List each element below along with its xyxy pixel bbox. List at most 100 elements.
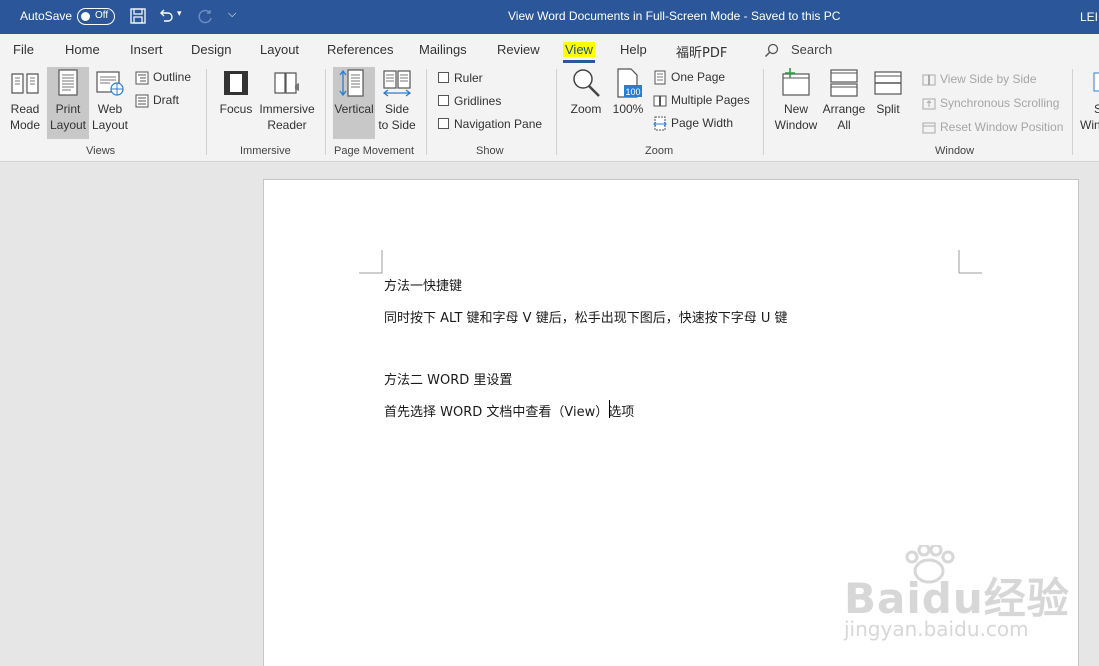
autosave-label: AutoSave <box>20 9 73 23</box>
customize-qat-icon[interactable]: ⌵ <box>228 8 248 28</box>
document-line-1[interactable]: 方法一快捷键 <box>384 275 462 294</box>
tab-file[interactable]: File <box>13 42 34 57</box>
new-window-label-1: New <box>783 102 808 116</box>
multiple-pages-icon <box>653 95 667 107</box>
tab-view[interactable]: View <box>563 42 595 63</box>
view-side-by-side-icon <box>922 74 936 86</box>
split-button[interactable]: Split <box>870 67 906 139</box>
side-to-side-label-1: Side <box>384 102 410 116</box>
one-page-label: One Page <box>671 70 726 84</box>
read-mode-button[interactable]: Read Mode <box>5 67 45 139</box>
redo-icon <box>196 7 216 27</box>
tab-references[interactable]: References <box>327 42 393 57</box>
focus-icon <box>224 71 248 95</box>
tab-layout[interactable]: Layout <box>260 42 299 57</box>
focus-label: Focus <box>219 102 253 116</box>
page-width-button[interactable]: Page Width <box>653 116 733 131</box>
one-page-icon <box>654 70 666 85</box>
zoom-label: Zoom <box>570 102 602 116</box>
ruler-label: Ruler <box>454 71 483 85</box>
draft-button[interactable]: Draft <box>135 93 179 108</box>
zoom-100-button[interactable]: 100 100% <box>610 67 646 139</box>
group-separator <box>556 69 557 155</box>
tab-mailings[interactable]: Mailings <box>419 42 467 57</box>
arrange-all-button[interactable]: Arrange All <box>822 67 866 139</box>
tab-foxit-pdf[interactable]: 福昕PDF <box>676 42 727 61</box>
immersive-group-label: Immersive <box>240 145 291 157</box>
tab-home[interactable]: Home <box>65 42 100 57</box>
page-width-icon <box>653 116 667 131</box>
page-movement-group-label: Page Movement <box>334 145 415 157</box>
outline-button[interactable]: Outline <box>135 70 191 85</box>
immersive-reader-label-2: Reader <box>267 118 307 132</box>
tab-review[interactable]: Review <box>497 42 540 57</box>
synchronous-scrolling-button[interactable]: Synchronous Scrolling <box>922 96 1059 110</box>
group-separator <box>206 69 207 155</box>
window-group-label: Window <box>935 145 975 157</box>
vertical-icon <box>339 69 364 97</box>
new-window-icon <box>782 68 810 96</box>
side-to-side-button[interactable]: Side to Side <box>377 67 417 139</box>
new-window-button[interactable]: New Window <box>772 67 820 139</box>
focus-button[interactable]: Focus <box>217 67 255 139</box>
switch-windows-label-1: S <box>1094 102 1099 116</box>
zoom-group-label: Zoom <box>645 145 674 157</box>
group-separator <box>763 69 764 155</box>
tab-help[interactable]: Help <box>620 42 647 57</box>
arrange-all-label-2: All <box>837 118 851 132</box>
multiple-pages-button[interactable]: Multiple Pages <box>653 93 750 108</box>
margin-corner-top-right <box>958 250 982 274</box>
gridlines-checkbox[interactable]: Gridlines <box>438 94 501 108</box>
group-separator <box>325 69 326 155</box>
watermark-url: jingyan.baidu.com <box>844 617 1029 641</box>
web-layout-icon <box>96 71 124 96</box>
print-layout-icon <box>58 69 78 96</box>
reset-window-position-label: Reset Window Position <box>940 120 1064 134</box>
immersive-reader-icon <box>274 72 299 94</box>
print-layout-button[interactable]: Print Layout <box>47 67 89 139</box>
switch-windows-button[interactable]: S Win <box>1080 67 1099 139</box>
document-line-4[interactable]: 首先选择 WORD 文档中查看（View）选项 <box>384 401 634 420</box>
one-page-button[interactable]: One Page <box>653 70 725 85</box>
immersive-reader-button[interactable]: Immersive Reader <box>258 67 316 139</box>
undo-icon[interactable] <box>157 7 177 27</box>
reset-window-position-button[interactable]: Reset Window Position <box>922 120 1063 134</box>
navigation-pane-label: Navigation Pane <box>454 117 543 131</box>
save-icon[interactable] <box>129 7 149 27</box>
split-label: Split <box>876 102 900 116</box>
read-mode-label-2: Mode <box>9 118 41 132</box>
undo-dropdown-icon[interactable]: ▾ <box>177 8 197 28</box>
checkbox-box <box>438 72 449 83</box>
toggle-knob <box>81 12 90 21</box>
search-icon <box>764 43 779 58</box>
text-cursor <box>609 400 610 418</box>
immersive-reader-label-1: Immersive <box>259 102 315 116</box>
zoom-button[interactable]: Zoom <box>566 67 606 139</box>
show-group-label: Show <box>476 145 504 157</box>
document-line-2[interactable]: 同时按下 ALT 键和字母 V 键后，松手出现下图后，快速按下字母 U 键 <box>384 307 788 326</box>
page-width-label: Page Width <box>671 116 734 130</box>
autosave-toggle[interactable]: Off <box>77 8 115 25</box>
view-side-by-side-button[interactable]: View Side by Side <box>922 72 1037 86</box>
switch-windows-label-2: Win <box>1080 118 1099 132</box>
navigation-pane-checkbox[interactable]: Navigation Pane <box>438 117 542 131</box>
document-line-3[interactable]: 方法二 WORD 里设置 <box>384 369 512 388</box>
search-label: Search <box>791 42 833 57</box>
tab-design[interactable]: Design <box>191 42 231 57</box>
group-separator <box>426 69 427 155</box>
outline-icon <box>135 71 149 85</box>
vertical-label: Vertical <box>334 102 374 116</box>
web-layout-label-2: Layout <box>91 118 129 132</box>
new-window-label-2: Window <box>774 118 818 132</box>
switch-windows-icon <box>1093 72 1099 92</box>
ribbon: Read Mode Print Layout Web Layout Outlin… <box>0 64 1099 162</box>
web-layout-button[interactable]: Web Layout <box>91 67 129 139</box>
read-mode-icon <box>11 73 39 94</box>
checkbox-box <box>438 95 449 106</box>
tab-insert[interactable]: Insert <box>130 42 163 57</box>
vertical-button[interactable]: Vertical <box>333 67 375 139</box>
ruler-checkbox[interactable]: Ruler <box>438 71 483 85</box>
user-name[interactable]: LEI <box>1080 10 1098 24</box>
synchronous-scrolling-icon <box>922 98 936 110</box>
arrange-all-label-1: Arrange <box>822 102 866 116</box>
